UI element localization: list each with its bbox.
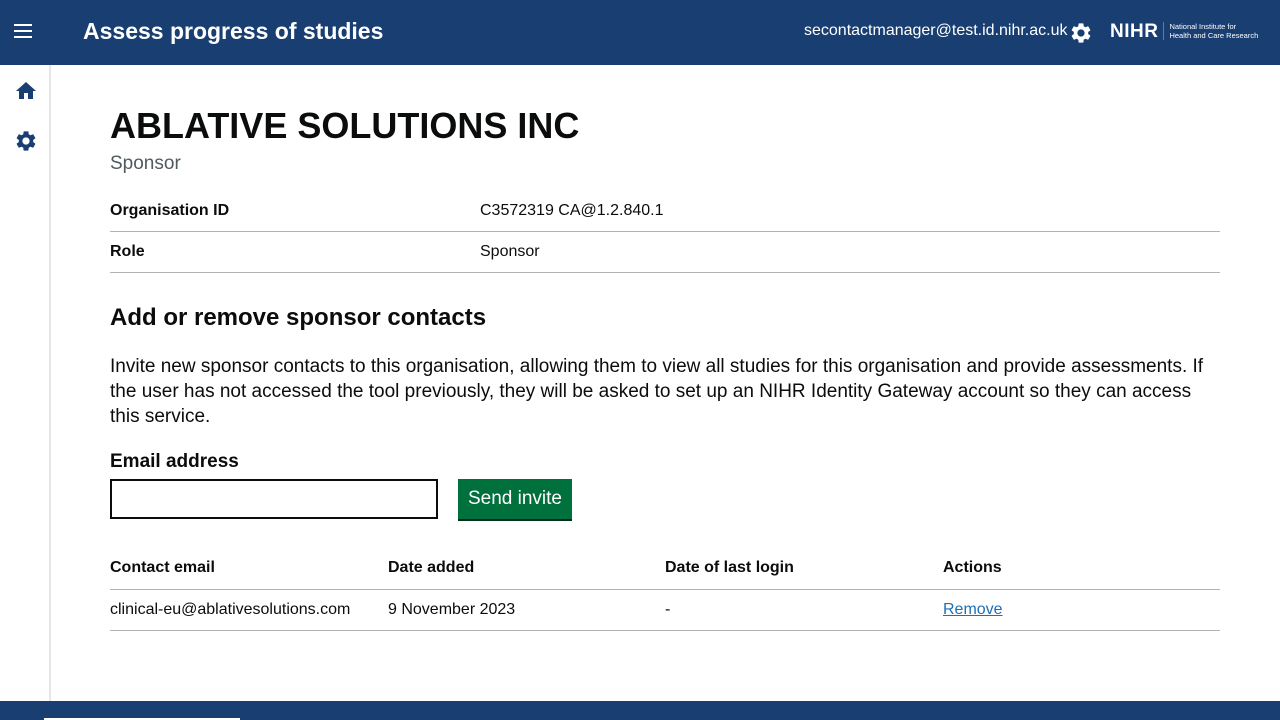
sidebar bbox=[0, 65, 51, 701]
nihr-logo: NIHR National Institute for Health and C… bbox=[1110, 19, 1258, 43]
remove-link[interactable]: Remove bbox=[943, 601, 1003, 618]
app-header: Assess progress of studies secontactmana… bbox=[0, 0, 1280, 65]
page-caption: Sponsor bbox=[110, 153, 181, 174]
summary-row-organisation-id: Organisation ID C3572319 CA@1.2.840.1 bbox=[110, 191, 1220, 232]
contacts-table: Contact email Date added Date of last lo… bbox=[110, 548, 1220, 631]
summary-value: C3572319 CA@1.2.840.1 bbox=[480, 202, 664, 219]
nihr-logo-subtitle: National Institute for Health and Care R… bbox=[1169, 22, 1258, 40]
gear-icon[interactable] bbox=[14, 129, 38, 153]
nihr-logo-word: NIHR bbox=[1110, 20, 1159, 42]
summary-key: Role bbox=[110, 243, 145, 260]
table-header-row: Contact email Date added Date of last lo… bbox=[110, 548, 1220, 590]
send-invite-button[interactable]: Send invite bbox=[458, 479, 572, 519]
summary-value: Sponsor bbox=[480, 243, 540, 260]
email-field[interactable] bbox=[110, 479, 438, 519]
page-title: ABLATIVE SOLUTIONS INC bbox=[110, 105, 580, 146]
section-heading: Add or remove sponsor contacts bbox=[110, 304, 487, 331]
cell-actions: Remove bbox=[943, 589, 1220, 631]
summary-row-role: Role Sponsor bbox=[110, 232, 1220, 273]
cell-date-added: 9 November 2023 bbox=[388, 589, 665, 631]
summary-list: Organisation ID C3572319 CA@1.2.840.1 Ro… bbox=[110, 191, 1220, 273]
column-header-last-login: Date of last login bbox=[665, 548, 943, 590]
email-label: Email address bbox=[110, 451, 239, 472]
footer bbox=[0, 701, 1280, 720]
nihr-logo-line2: Health and Care Research bbox=[1169, 31, 1259, 40]
table-row: clinical-eu@ablativesolutions.com 9 Nove… bbox=[110, 589, 1220, 631]
cell-contact-email: clinical-eu@ablativesolutions.com bbox=[110, 589, 388, 631]
nihr-logo-line1: National Institute for bbox=[1169, 22, 1237, 31]
cell-last-login: - bbox=[665, 589, 943, 631]
user-email: secontactmanager@test.id.nihr.ac.uk bbox=[804, 22, 1068, 39]
column-header-actions: Actions bbox=[943, 548, 1220, 590]
section-description: Invite new sponsor contacts to this orga… bbox=[110, 356, 1204, 427]
hamburger-icon[interactable] bbox=[14, 20, 40, 46]
nihr-logo-divider bbox=[1163, 22, 1165, 40]
gear-icon[interactable] bbox=[1069, 21, 1093, 45]
column-header-contact-email: Contact email bbox=[110, 548, 388, 590]
summary-key: Organisation ID bbox=[110, 202, 230, 219]
column-header-date-added: Date added bbox=[388, 548, 665, 590]
app-title: Assess progress of studies bbox=[83, 18, 384, 44]
home-icon[interactable] bbox=[14, 79, 38, 103]
